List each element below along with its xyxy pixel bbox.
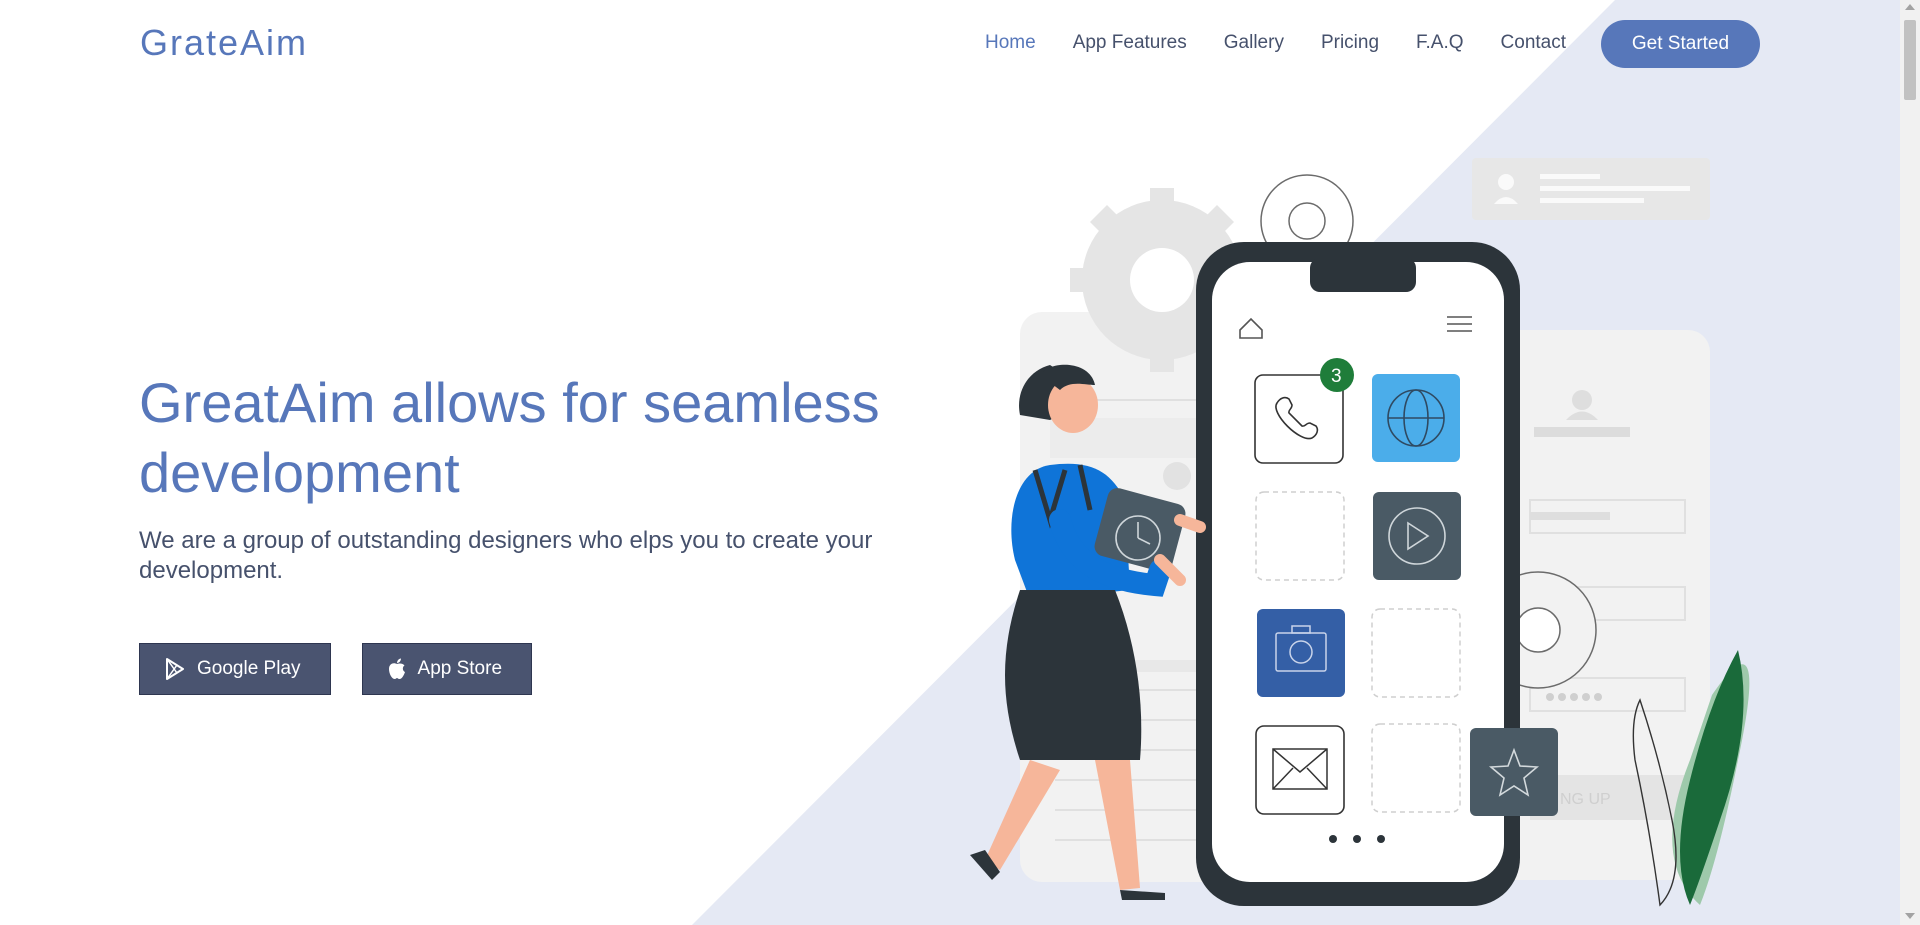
globe-icon (1372, 374, 1460, 462)
hero-section: GreatAim allows for seamless development… (139, 368, 959, 586)
mail-icon (1255, 725, 1345, 815)
scroll-down-arrow-icon[interactable] (1905, 913, 1915, 919)
notification-badge: 3 (1320, 358, 1354, 392)
app-store-button[interactable]: App Store (361, 643, 533, 695)
nav-link-pricing[interactable]: Pricing (1321, 32, 1379, 54)
google-play-button[interactable]: Google Play (139, 643, 331, 695)
get-started-button[interactable]: Get Started (1601, 20, 1760, 68)
apple-icon (388, 658, 405, 679)
camera-icon (1257, 609, 1345, 697)
app-store-label: App Store (417, 658, 503, 679)
nav-link-faq[interactable]: F.A.Q (1416, 32, 1464, 54)
signup-text: NG UP (1560, 791, 1611, 808)
nav-link-home[interactable]: Home (985, 32, 1036, 54)
nav-menu: Home App Features Gallery Pricing F.A.Q … (985, 32, 1603, 54)
page-scrollbar[interactable] (1900, 0, 1920, 925)
nav-link-app-features[interactable]: App Features (1073, 32, 1187, 54)
hero-title: GreatAim allows for seamless development (139, 371, 880, 504)
scroll-up-arrow-icon[interactable] (1905, 4, 1915, 10)
star-icon (1470, 728, 1558, 816)
google-play-label: Google Play (197, 658, 301, 679)
store-buttons: Google Play App Store (139, 643, 563, 695)
hero-subtitle: We are a group of outstanding designers … (139, 527, 873, 584)
nav-link-contact[interactable]: Contact (1501, 32, 1566, 54)
logo[interactable]: GrateAim (140, 22, 308, 64)
scroll-thumb[interactable] (1904, 20, 1916, 100)
navbar: GrateAim Home App Features Gallery Prici… (0, 0, 1900, 88)
play-icon (1373, 492, 1461, 580)
notification-count: 3 (1331, 366, 1342, 387)
nav-link-gallery[interactable]: Gallery (1224, 32, 1284, 54)
google-play-icon (166, 658, 184, 680)
